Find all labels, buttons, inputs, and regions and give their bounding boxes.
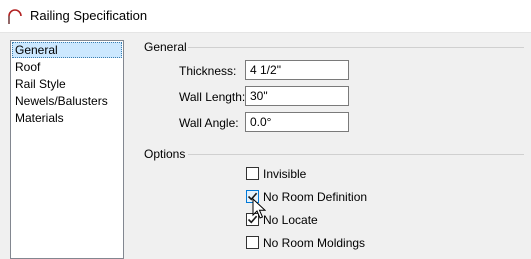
wall-length-input[interactable]: 30" (245, 86, 349, 106)
no-room-definition-label[interactable]: No Room Definition (263, 190, 367, 204)
wall-angle-input[interactable]: 0.0° (245, 112, 349, 132)
no-room-definition-checkbox[interactable] (246, 190, 259, 203)
nav-item-rail-style[interactable]: Rail Style (12, 76, 122, 92)
no-locate-label[interactable]: No Locate (263, 213, 318, 227)
nav-item-roof[interactable]: Roof (12, 59, 122, 75)
nav-item-newels-balusters[interactable]: Newels/Balusters (12, 93, 122, 109)
invisible-checkbox[interactable] (246, 167, 259, 180)
options-group-divider (188, 154, 524, 155)
options-group-label: Options (144, 147, 186, 161)
checkmark-icon (247, 215, 258, 224)
checkmark-icon (247, 192, 258, 201)
general-group-divider (188, 47, 524, 48)
category-list[interactable]: General Roof Rail Style Newels/Balusters… (10, 40, 124, 259)
no-room-moldings-label[interactable]: No Room Moldings (263, 236, 365, 250)
nav-item-materials[interactable]: Materials (12, 110, 122, 126)
no-room-moldings-checkbox[interactable] (246, 236, 259, 249)
wall-angle-label: Wall Angle: (179, 116, 239, 130)
general-group-label: General (144, 40, 187, 54)
window-title: Railing Specification (30, 8, 148, 23)
railing-arc-icon (8, 9, 22, 24)
no-locate-checkbox[interactable] (246, 213, 259, 226)
title-bar: Railing Specification (0, 0, 531, 33)
thickness-label: Thickness: (179, 64, 237, 78)
invisible-label[interactable]: Invisible (263, 167, 306, 181)
wall-length-label: Wall Length: (179, 90, 246, 104)
thickness-input[interactable]: 4 1/2" (245, 60, 349, 80)
nav-item-general[interactable]: General (12, 42, 122, 58)
